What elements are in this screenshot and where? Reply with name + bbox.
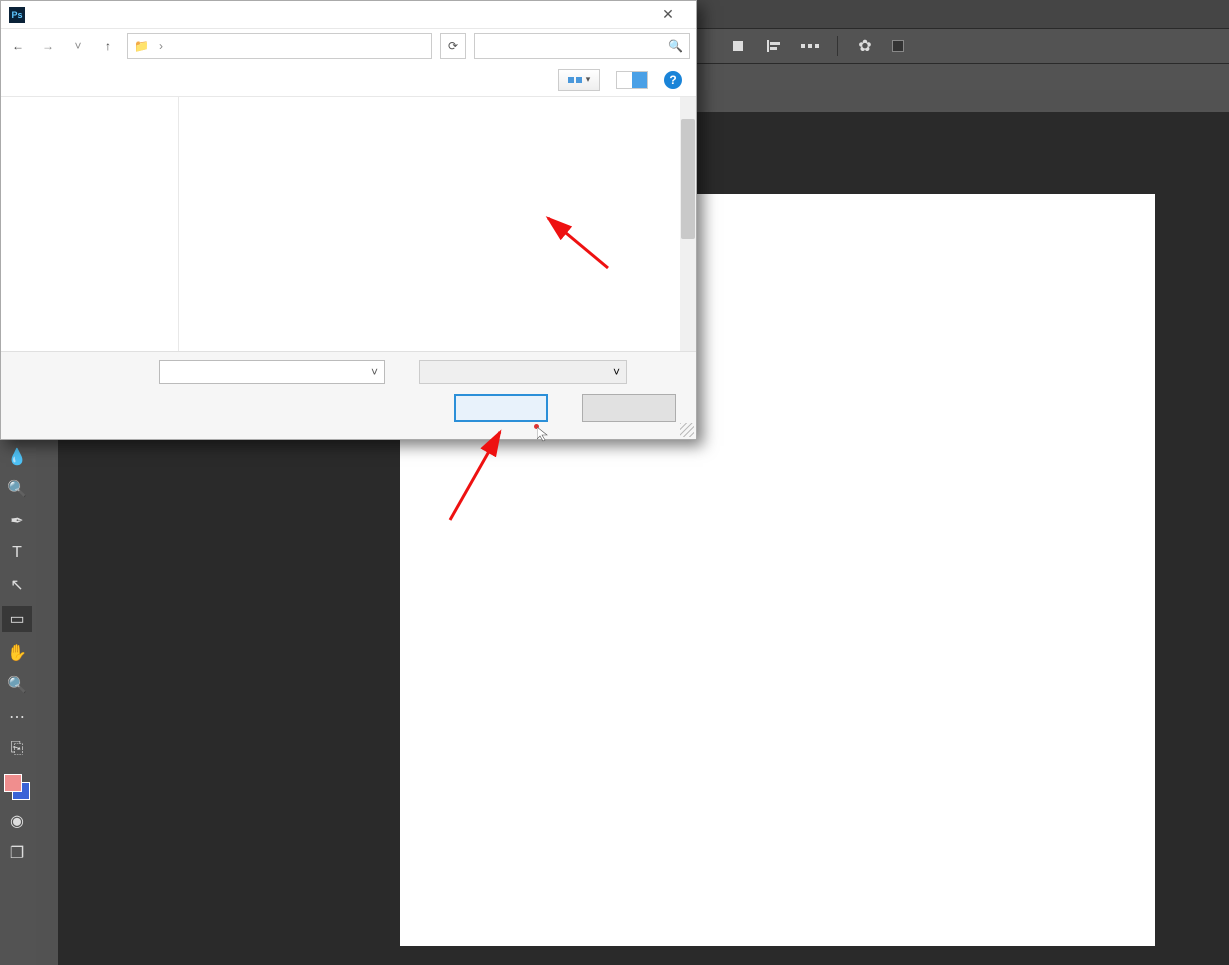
gear-icon[interactable]: ✿	[856, 37, 874, 55]
pen-tool-icon[interactable]: ✒	[6, 510, 28, 532]
align-fill-icon[interactable]	[729, 37, 747, 55]
ruler-vertical	[36, 440, 58, 965]
chevron-right-icon: ›	[155, 39, 167, 53]
place-button[interactable]	[454, 394, 548, 422]
search-input[interactable]: 🔍	[474, 33, 690, 59]
file-pane	[179, 97, 696, 351]
align-edges-option[interactable]	[892, 40, 910, 52]
place-embedded-dialog: Ps ✕ ← → ˅ ↑ 📁 › ⟳ 🔍 ▾ ?	[0, 0, 697, 440]
cancel-button[interactable]	[582, 394, 676, 422]
type-tool-icon[interactable]: T	[6, 542, 28, 564]
ps-options-bar: ✿	[697, 28, 1229, 64]
checkbox-icon[interactable]	[892, 40, 904, 52]
forward-button[interactable]: →	[37, 35, 59, 57]
resize-grip[interactable]	[680, 423, 694, 437]
dialog-nav: ← → ˅ ↑ 📁 › ⟳ 🔍	[1, 29, 696, 63]
hand-tool-icon[interactable]: ✋	[6, 642, 28, 664]
back-button[interactable]: ←	[7, 35, 29, 57]
align-distribute-icon[interactable]	[801, 37, 819, 55]
dialog-titlebar[interactable]: Ps ✕	[1, 1, 696, 29]
rectangle-tool-icon[interactable]: ▭	[2, 606, 32, 632]
folder-icon: 📁	[134, 39, 149, 53]
dodge-tool-icon[interactable]: 🔍	[6, 478, 28, 500]
path-select-tool-icon[interactable]: ↖	[6, 574, 28, 596]
preview-toggle[interactable]	[616, 71, 648, 89]
nav-tree	[1, 97, 179, 351]
view-mode-button[interactable]: ▾	[558, 69, 600, 91]
dialog-toolbar: ▾ ?	[1, 63, 696, 97]
close-button[interactable]: ✕	[648, 6, 688, 23]
align-left-icon[interactable]	[765, 37, 783, 55]
filter-select[interactable]: ˅	[419, 360, 627, 384]
dialog-footer: ˅ ˅	[1, 351, 696, 439]
ps-logo-icon: Ps	[9, 7, 25, 23]
refresh-button[interactable]: ⟳	[440, 33, 466, 59]
tool-palette: 💧 🔍 ✒ T ↖ ▭ ✋ 🔍 ⋯ ⎘ ◉ ❐	[0, 440, 34, 965]
ps-topbar	[697, 0, 1229, 28]
filename-input[interactable]: ˅	[159, 360, 385, 384]
quickmask-icon[interactable]: ◉	[6, 810, 28, 832]
edit-toolbar-icon[interactable]: ⎘	[6, 738, 28, 760]
chevron-down-icon[interactable]: ˅	[371, 365, 378, 379]
zoom-tool-icon[interactable]: 🔍	[6, 674, 28, 696]
more-tools-icon[interactable]: ⋯	[6, 706, 28, 728]
blur-tool-icon[interactable]: 💧	[6, 446, 28, 468]
screenmode-icon[interactable]: ❐	[6, 842, 28, 864]
up-button[interactable]: ↑	[97, 35, 119, 57]
recent-dropdown[interactable]: ˅	[67, 35, 89, 57]
breadcrumb[interactable]: 📁 ›	[127, 33, 432, 59]
chevron-down-icon[interactable]: ˅	[613, 365, 620, 379]
help-button[interactable]: ?	[664, 71, 682, 89]
color-swatch[interactable]	[4, 774, 30, 800]
cursor-icon	[534, 424, 548, 438]
search-icon: 🔍	[668, 39, 683, 53]
scrollbar-vertical[interactable]	[680, 97, 696, 351]
